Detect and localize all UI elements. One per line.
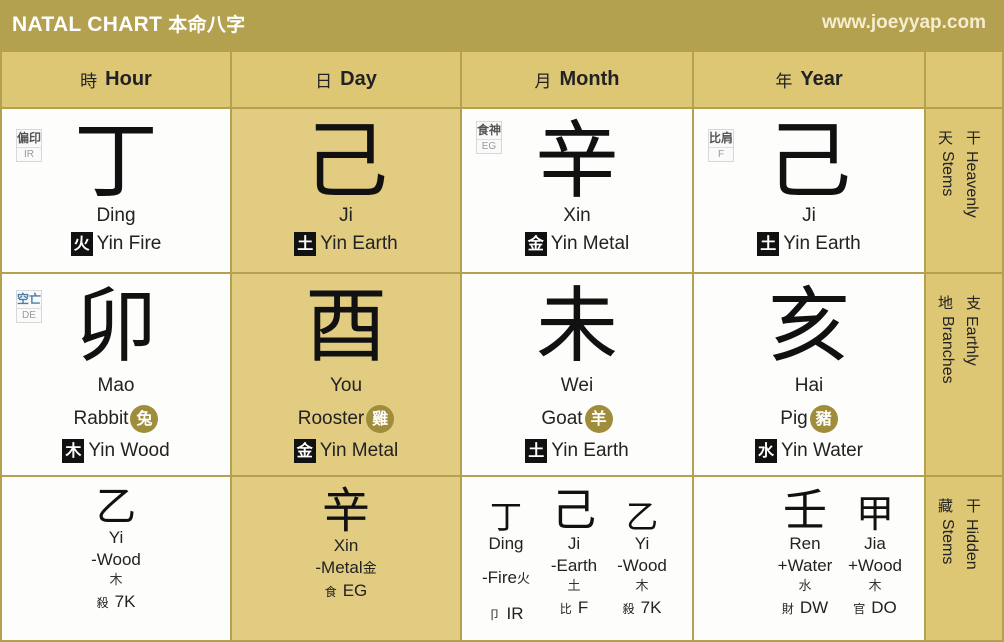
stem-year: 比肩 F 己 Ji 土 Yin Earth	[694, 109, 924, 272]
branch-month: 未 Wei Goat 羊 土 Yin Earth	[462, 274, 692, 475]
stem-element: 火 Yin Fire	[2, 232, 230, 256]
stem-hour: 偏印 IR 丁 Ding 火 Yin Fire	[2, 109, 230, 272]
hidden-stem: 乙 Yi -Wood 木 殺 7K	[617, 498, 667, 617]
zodiac-icon: 羊	[584, 405, 613, 433]
element-icon: 木	[62, 439, 85, 463]
branch-day: 酉 You Rooster 雞 金 Yin Metal	[232, 274, 460, 475]
branch-animal: Goat 羊	[462, 405, 692, 433]
page-title-cn: 本命八字	[168, 14, 246, 36]
row-label-heavenly-stems: 天 干 Heavenly Stems	[926, 109, 1002, 272]
element-icon: 土	[294, 232, 317, 256]
branch-char: 卯	[74, 279, 157, 374]
branch-pinyin: Wei	[560, 375, 594, 396]
branch-char: 亥	[767, 279, 850, 374]
hidden-stem: 乙 Yi -Wood 木 殺 7K	[91, 484, 141, 611]
header-bar: NATAL CHART 本命八字 www.joeyyap.com	[0, 0, 1004, 50]
branch-animal: Rabbit 兔	[2, 405, 230, 433]
page-title: NATAL CHART 本命八字	[12, 13, 246, 36]
branch-pinyin: You	[329, 375, 363, 396]
column-header-hour: 時 Hour	[2, 52, 230, 107]
stem-day: 己 Ji 土 Yin Earth	[232, 109, 460, 272]
branch-hour: 空亡 DE 卯 Mao Rabbit 兔 木 Yin Wood	[2, 274, 230, 475]
column-header-year: 年 Year	[694, 52, 924, 107]
hidden-stem: 辛 Xin -Metal金 食 EG	[315, 483, 377, 600]
hidden-stem: 甲 Jia +Wood 木 官 DO	[847, 492, 903, 617]
branch-char: 酉	[304, 279, 387, 374]
branch-element: 水 Yin Water	[694, 439, 924, 463]
branch-animal: Rooster 雞	[232, 405, 460, 433]
element-icon: 土	[757, 232, 780, 256]
site-link[interactable]: www.joeyyap.com	[822, 12, 986, 34]
branch-year: 亥 Hai Pig 豬 水 Yin Water	[694, 274, 924, 475]
element-icon: 金	[524, 232, 547, 256]
row-label-earthly-branches: 地 支 Earthly Branches	[926, 274, 1002, 475]
branch-element: 金 Yin Metal	[232, 439, 460, 463]
hidden-year: 壬 Ren +Water 水 財 DW 甲 Jia +Wood 木 官 DO	[694, 477, 924, 640]
stem-element: 土 Yin Earth	[232, 232, 460, 256]
stem-char: 辛	[534, 112, 619, 210]
corner-header	[926, 52, 1002, 107]
hidden-month: 丁 Ding -Fire火 卩 IR 己 Ji -Earth 土 比F 乙 Yi …	[462, 477, 692, 640]
row-label-hidden-stems: 藏 干 Hidden Stems	[926, 477, 1002, 640]
stem-char: 丁	[73, 112, 158, 210]
element-icon: 金	[293, 439, 316, 463]
hidden-day: 辛 Xin -Metal金 食 EG	[232, 477, 460, 640]
stem-month: 食神 EG 辛 Xin 金 Yin Metal	[462, 109, 692, 272]
element-icon: 火	[70, 232, 93, 256]
natal-chart-grid: 時 Hour 日 Day 月 Month 年 Year 偏印 IR 丁 Ding 火 Yin…	[0, 50, 1004, 642]
stem-pinyin: Ji	[339, 205, 353, 226]
column-header-day: 日 Day	[232, 52, 460, 107]
hidden-stem: 己 Ji -Earth 土 比F	[550, 485, 598, 618]
branch-animal: Pig 豬	[694, 405, 924, 433]
branch-pinyin: Hai	[794, 375, 824, 396]
hidden-stem: 丁 Ding -Fire火 卩 IR	[482, 498, 530, 623]
zodiac-icon: 雞	[366, 405, 395, 433]
hidden-hour: 乙 Yi -Wood 木 殺 7K	[2, 477, 230, 640]
branch-element: 土 Yin Earth	[462, 439, 692, 463]
stem-element: 金 Yin Metal	[462, 232, 692, 256]
element-icon: 土	[525, 439, 548, 463]
stem-pinyin: Ji	[802, 205, 816, 226]
stem-char: 己	[766, 112, 851, 210]
branch-char: 未	[535, 279, 618, 374]
column-header-month: 月 Month	[462, 52, 692, 107]
zodiac-icon: 兔	[130, 405, 159, 433]
hidden-stem: 壬 Ren +Water 水 財 DW	[777, 485, 833, 618]
stem-element: 土 Yin Earth	[694, 232, 924, 256]
branch-pinyin: Mao	[97, 375, 135, 396]
stem-pinyin: Xin	[563, 205, 591, 226]
element-icon: 水	[754, 439, 777, 463]
stem-char: 己	[303, 112, 388, 210]
zodiac-icon: 豬	[809, 405, 838, 433]
branch-element: 木 Yin Wood	[2, 439, 230, 463]
stem-pinyin: Ding	[96, 205, 136, 226]
